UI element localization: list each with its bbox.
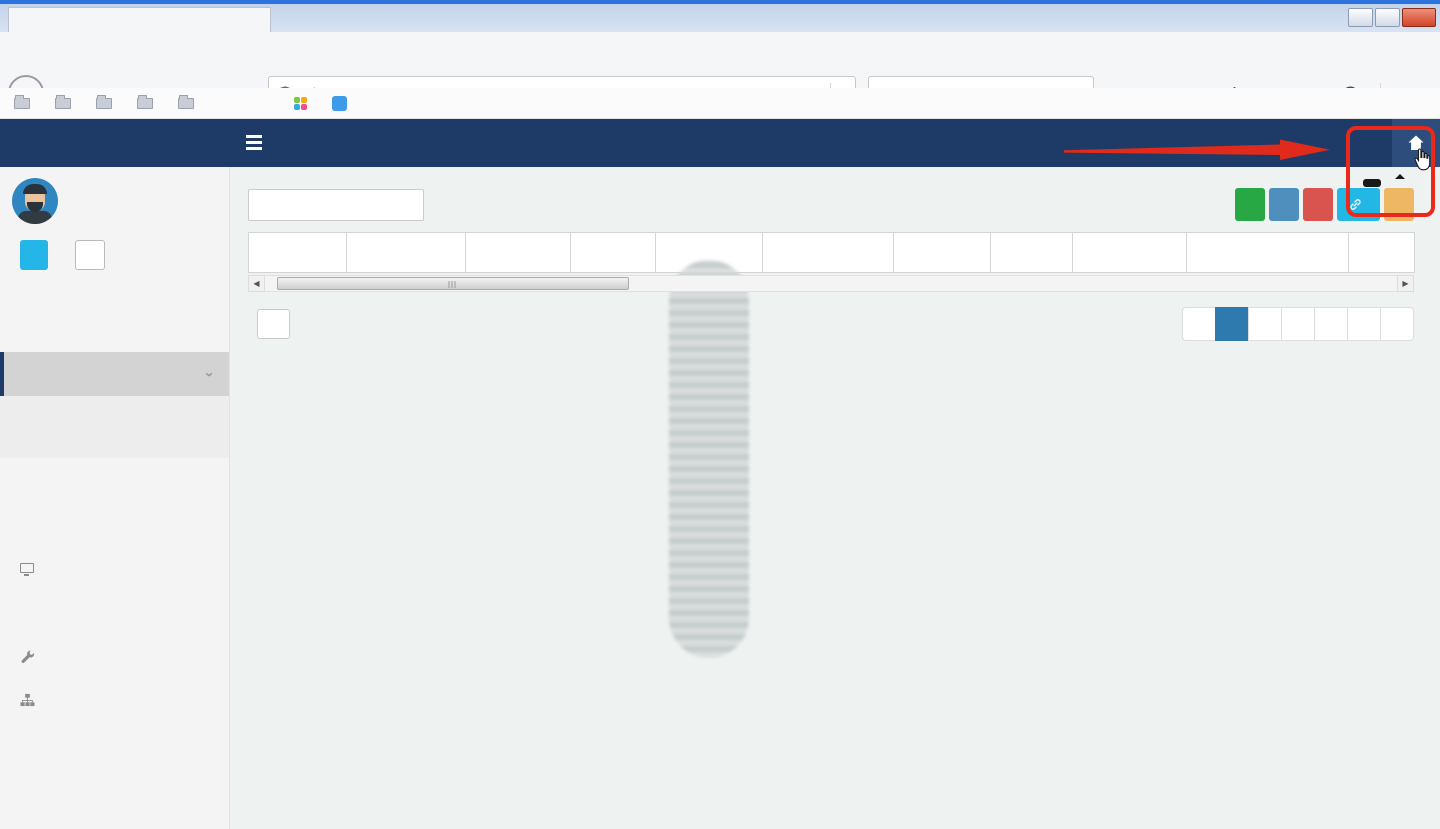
- page-next-button[interactable]: [1380, 307, 1414, 341]
- link-icon: [1349, 198, 1362, 211]
- sidebar-item-video[interactable]: [0, 546, 229, 590]
- col-owner[interactable]: [571, 233, 656, 273]
- bookmark-ys7[interactable]: [294, 97, 313, 110]
- iot-admin-app: ‹: [0, 119, 1440, 829]
- user-card: [0, 167, 229, 224]
- device-table: [248, 232, 1415, 273]
- privacy-blur-overlay: [669, 260, 749, 658]
- monitor-icon: [20, 563, 47, 573]
- records-info: [248, 309, 299, 339]
- bookmark-folder-other[interactable]: [14, 98, 36, 109]
- user-buttons: [20, 240, 229, 270]
- table-toolbar: [248, 188, 1414, 221]
- folder-icon: [14, 98, 30, 109]
- minimize-button[interactable]: [1348, 8, 1373, 27]
- add-button[interactable]: [1235, 188, 1265, 221]
- col-product-category[interactable]: [894, 233, 991, 273]
- device-search-input[interactable]: [248, 189, 424, 221]
- folder-icon: [55, 98, 71, 109]
- wrench-icon: [20, 649, 47, 664]
- bookmark-folder-life[interactable]: [137, 98, 159, 109]
- sidebar-item-device-management[interactable]: [0, 427, 229, 458]
- bookmark-xsy[interactable]: [332, 96, 353, 111]
- main-content: ◀ ▶: [230, 167, 1440, 829]
- sidebar-item-linkage[interactable]: [0, 678, 229, 722]
- col-device-name[interactable]: [347, 233, 466, 273]
- table-header-row: [249, 233, 1415, 273]
- bookmark-folder-work[interactable]: [55, 98, 77, 109]
- scrollbar-track[interactable]: [265, 275, 1397, 292]
- screen: ‹: [0, 0, 1440, 829]
- col-plc-brand[interactable]: [991, 233, 1073, 273]
- page-prev-button[interactable]: [1182, 307, 1216, 341]
- submenu-product-device: [0, 396, 229, 458]
- browser-toolbar: [0, 32, 1440, 88]
- arrow-square-icon: [332, 96, 347, 111]
- bookmarks-bar: [0, 88, 1440, 119]
- app-header-bar: [0, 119, 1440, 167]
- edit-button[interactable]: [1269, 188, 1299, 221]
- folder-icon: [137, 98, 153, 109]
- action-buttons: [1235, 188, 1414, 221]
- sidebar: ‹: [0, 167, 230, 829]
- home-arrow-icon: [1406, 133, 1426, 153]
- delete-button[interactable]: [1303, 188, 1333, 221]
- page-2-button[interactable]: [1248, 307, 1282, 341]
- close-button[interactable]: [1402, 8, 1436, 27]
- force-sync-button[interactable]: [1384, 188, 1414, 221]
- sidebar-item-product-device[interactable]: ‹: [0, 352, 229, 396]
- table-footer: [248, 307, 1414, 341]
- page-5-button[interactable]: [1347, 307, 1381, 341]
- page-3-button[interactable]: [1281, 307, 1315, 341]
- folder-icon: [178, 98, 194, 109]
- colored-dots-icon: [294, 97, 307, 110]
- sidebar-item-system-overview[interactable]: [0, 308, 229, 352]
- big-data-center-tooltip: [1363, 179, 1381, 187]
- col-protocol[interactable]: [1187, 233, 1349, 273]
- col-device-id[interactable]: [249, 233, 347, 273]
- device-table-wrap: ◀ ▶: [248, 232, 1414, 341]
- restore-button[interactable]: [1375, 8, 1400, 27]
- sidebar-item-gateway[interactable]: [0, 458, 229, 502]
- bookmark-folder-misc[interactable]: [178, 98, 200, 109]
- folder-icon: [96, 98, 112, 109]
- scroll-right-arrow[interactable]: ▶: [1397, 275, 1414, 292]
- col-product-name[interactable]: [763, 233, 894, 273]
- scroll-left-arrow[interactable]: ◀: [248, 275, 265, 292]
- page-1-button[interactable]: [1215, 307, 1249, 341]
- logout-button[interactable]: [75, 240, 105, 270]
- sitemap-icon: [20, 693, 47, 707]
- pagination: [1182, 307, 1414, 341]
- sidebar-item-sms[interactable]: [0, 766, 229, 810]
- sidebar-menu: ‹: [0, 308, 229, 810]
- avatar[interactable]: [12, 178, 58, 224]
- page-4-button[interactable]: [1314, 307, 1348, 341]
- bookmark-folder-study[interactable]: [96, 98, 118, 109]
- col-plc-series[interactable]: [1073, 233, 1187, 273]
- sidebar-item-maintenance[interactable]: [0, 634, 229, 678]
- sidebar-toggle-icon[interactable]: [246, 135, 262, 138]
- col-customer[interactable]: [466, 233, 571, 273]
- horizontal-scrollbar: ◀ ▶: [248, 275, 1414, 292]
- chevron-down-icon: ‹: [200, 372, 217, 377]
- sidebar-item-configuration[interactable]: [0, 502, 229, 546]
- bind-gateway-button[interactable]: [1337, 188, 1380, 221]
- page-size-select[interactable]: [257, 309, 290, 339]
- browser-titlebar: [0, 0, 1440, 32]
- col-comm-type[interactable]: [1349, 233, 1415, 273]
- change-password-button[interactable]: [20, 240, 48, 270]
- sidebar-item-fault[interactable]: [0, 590, 229, 634]
- big-data-center-button[interactable]: [1392, 119, 1440, 167]
- scrollbar-thumb[interactable]: [277, 277, 629, 290]
- window-controls: [1348, 8, 1436, 27]
- sidebar-item-notifications[interactable]: [0, 722, 229, 766]
- sidebar-item-product-management[interactable]: [0, 396, 229, 427]
